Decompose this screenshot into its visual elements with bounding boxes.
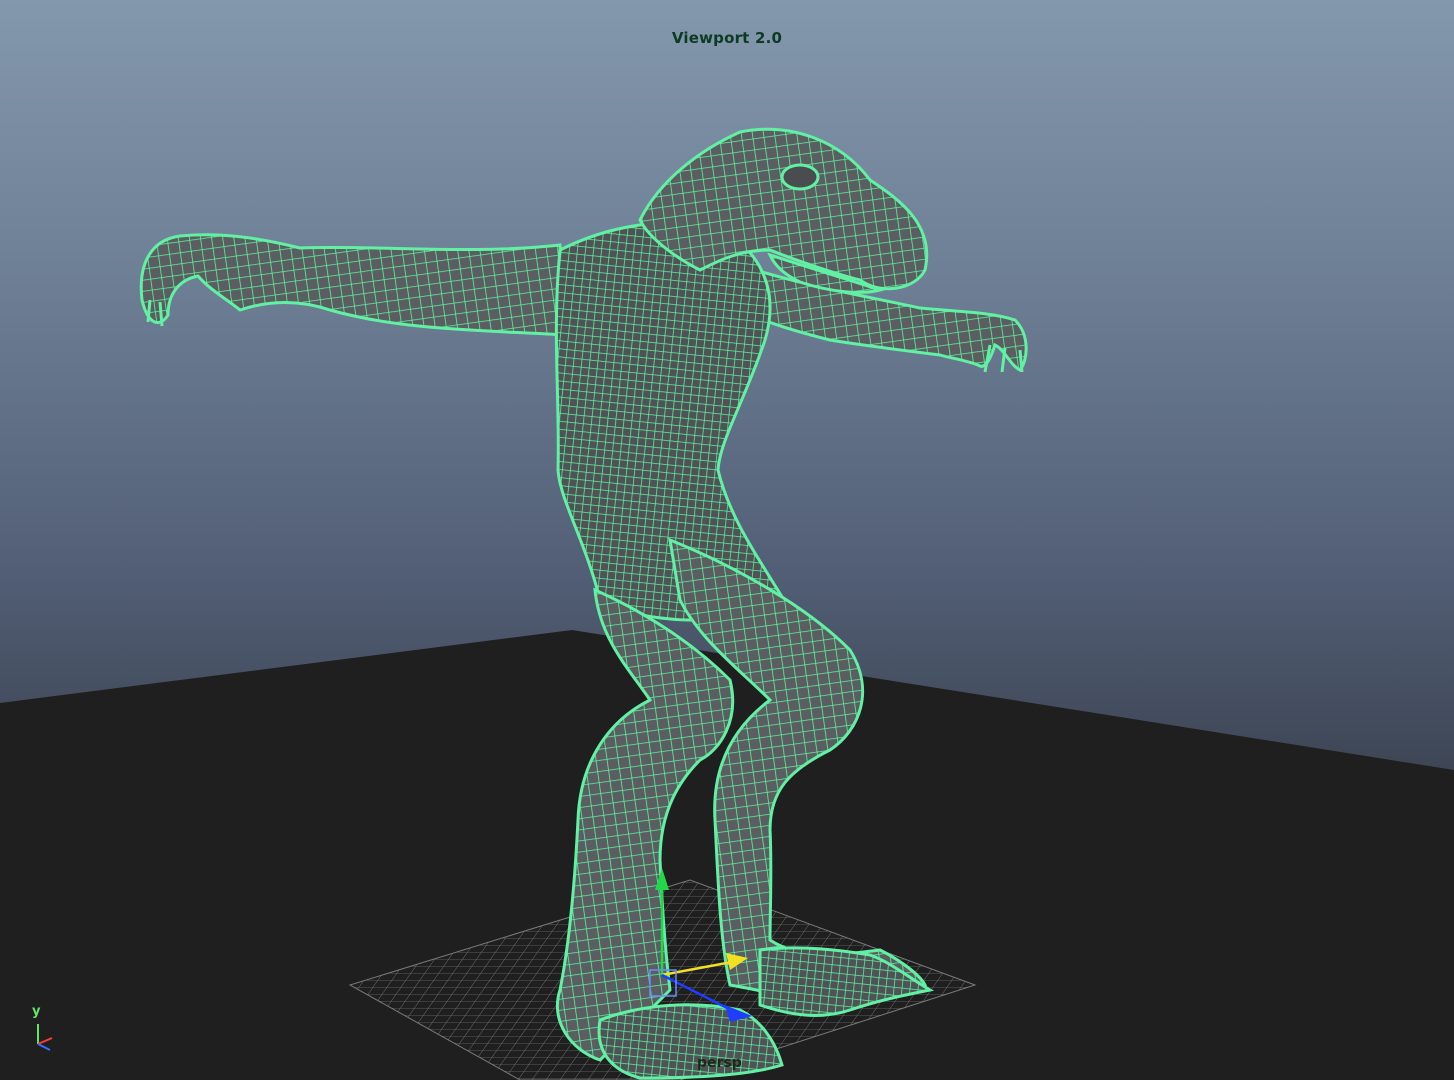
- eye: [780, 163, 820, 191]
- maya-viewport[interactable]: Viewport 2.0 y persp: [0, 0, 1454, 1080]
- arm-left: [139, 233, 567, 337]
- scene-canvas[interactable]: [0, 0, 1454, 1080]
- axis-y-label: y: [32, 1004, 41, 1019]
- camera-label: persp: [697, 1055, 742, 1071]
- renderer-label: Viewport 2.0: [671, 29, 783, 47]
- axis-indicator-icon: y: [22, 1004, 72, 1054]
